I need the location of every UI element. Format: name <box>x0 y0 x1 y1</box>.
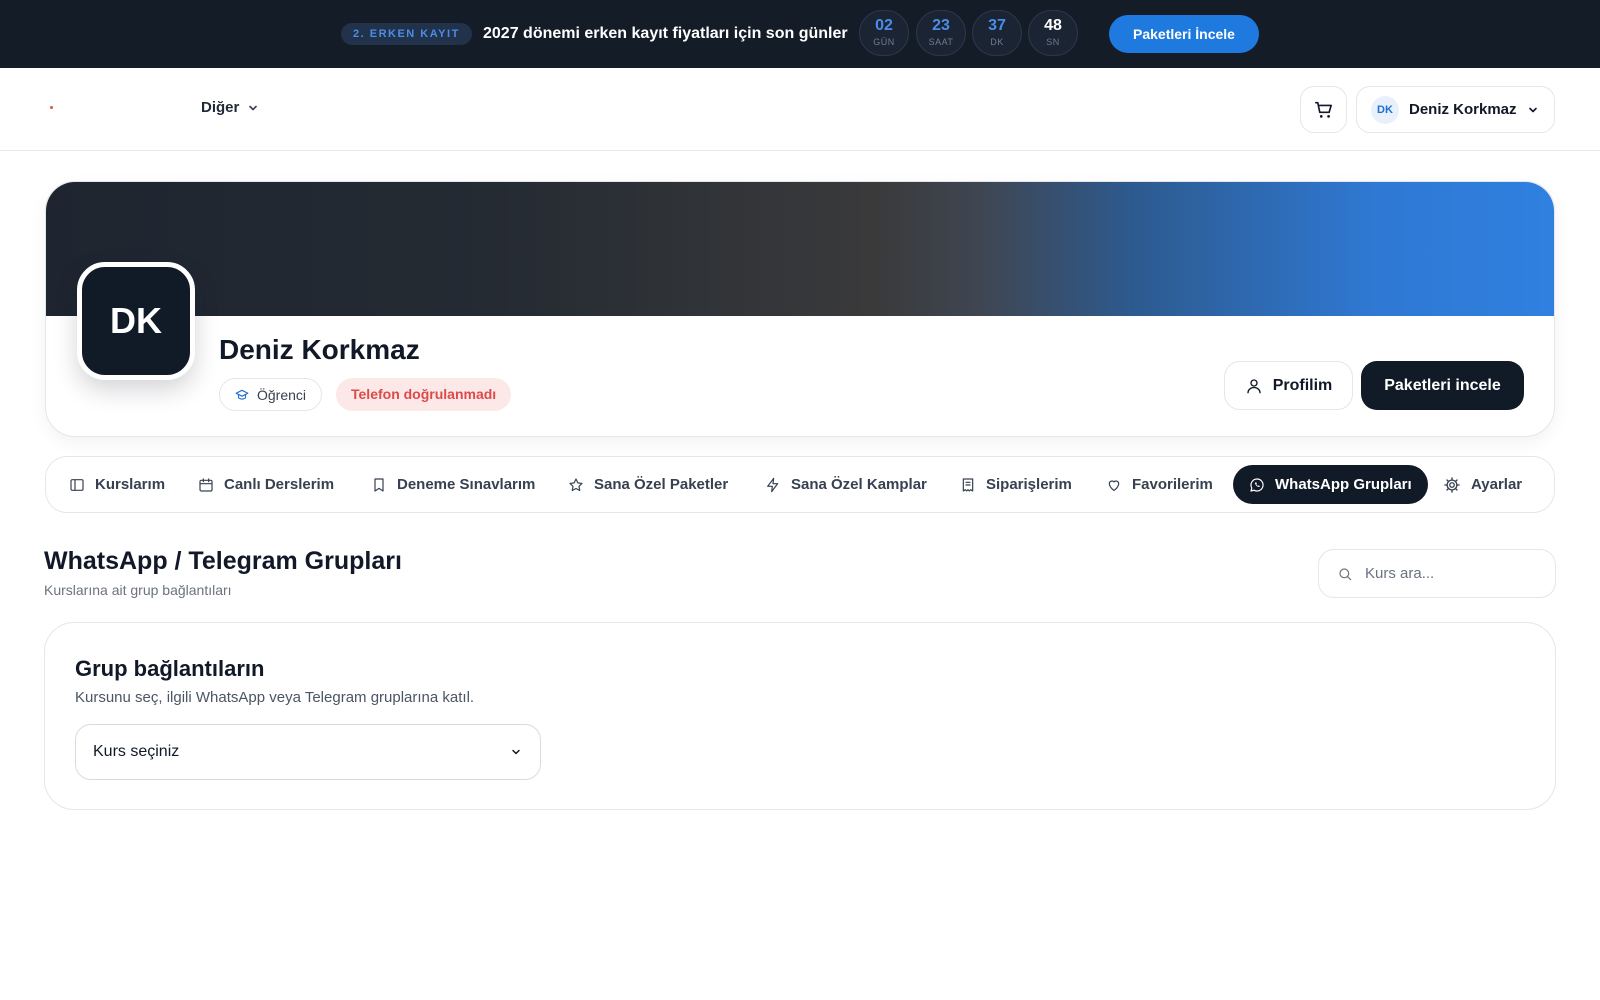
profile-name: Deniz Korkmaz <box>219 334 420 365</box>
tab-special-camps[interactable]: Sana Özel Kamplar <box>765 465 927 504</box>
countdown-hours-value: 23 <box>932 17 950 34</box>
cart-button[interactable] <box>1300 86 1347 133</box>
tab-label: Ayarlar <box>1471 476 1523 493</box>
tab-orders[interactable]: Siparişlerim <box>960 465 1072 504</box>
profile-tabs: Kurslarım Canlı Derslerim Deneme Sınavla… <box>45 456 1555 513</box>
countdown-days-label: GÜN <box>873 37 895 47</box>
countdown-days-value: 02 <box>875 17 893 34</box>
tab-courses[interactable]: Kurslarım <box>69 465 165 504</box>
tab-label: Sana Özel Paketler <box>594 476 729 493</box>
tab-whatsapp-groups[interactable]: WhatsApp Grupları <box>1233 465 1428 504</box>
tab-live-classes[interactable]: Canlı Derslerim <box>198 465 334 504</box>
profile-avatar: DK <box>77 262 195 380</box>
my-profile-button[interactable]: Profilim <box>1224 361 1353 410</box>
star-icon <box>568 477 584 493</box>
promo-packages-button[interactable]: Paketleri İncele <box>1109 15 1259 53</box>
tab-practice-exams[interactable]: Deneme Sınavlarım <box>371 465 535 504</box>
course-select[interactable]: Kurs seçiniz <box>75 724 541 780</box>
receipt-icon <box>960 477 976 493</box>
countdown-hours-label: SAAT <box>928 37 954 47</box>
promo-bar: 2. ERKEN KAYIT 2027 dönemi erken kayıt f… <box>0 0 1600 68</box>
search-input[interactable] <box>1365 565 1535 582</box>
tab-favorites[interactable]: Favorilerim <box>1106 465 1213 504</box>
profile-cover <box>46 182 1554 316</box>
countdown-days: 02 GÜN <box>859 10 909 56</box>
graduation-cap-icon <box>235 388 249 402</box>
countdown-seconds: 48 SN <box>1028 10 1078 56</box>
book-icon <box>69 477 85 493</box>
countdown-hours: 23 SAAT <box>916 10 966 56</box>
role-badge-label: Öğrenci <box>257 386 307 403</box>
phone-status-badge: Telefon doğrulanmadı <box>336 378 512 411</box>
bolt-icon <box>765 477 781 493</box>
heart-icon <box>1106 477 1122 493</box>
tab-special-packages[interactable]: Sana Özel Paketler <box>568 465 728 504</box>
promo-text: 2027 dönemi erken kayıt fiyatları için s… <box>483 25 848 42</box>
tab-label: Siparişlerim <box>986 476 1072 493</box>
whatsapp-icon <box>1249 477 1265 493</box>
countdown-seconds-label: SN <box>1046 37 1060 47</box>
page-title: WhatsApp / Telegram Grupları <box>44 547 402 575</box>
user-name: Deniz Korkmaz <box>1409 101 1517 118</box>
tab-label: Sana Özel Kamplar <box>791 476 927 493</box>
navbar: Diğer DK Deniz Korkmaz <box>0 68 1600 151</box>
gear-icon <box>1443 476 1461 494</box>
countdown-minutes: 37 DK <box>972 10 1022 56</box>
logo[interactable] <box>50 106 53 109</box>
calendar-icon <box>198 477 214 493</box>
tab-label: Canlı Derslerim <box>224 476 335 493</box>
course-select-value: Kurs seçiniz <box>93 743 180 760</box>
course-search[interactable] <box>1318 549 1556 598</box>
nav-menu-other-label: Diğer <box>201 99 240 116</box>
my-profile-label: Profilim <box>1272 376 1333 394</box>
nav-menu-other[interactable]: Diğer <box>201 99 259 116</box>
search-icon <box>1337 566 1353 582</box>
countdown-seconds-value: 48 <box>1044 17 1062 34</box>
chevron-down-icon <box>510 746 522 758</box>
tab-label: Favorilerim <box>1132 476 1213 493</box>
chevron-down-icon <box>1527 104 1539 116</box>
bookmark-icon <box>371 477 387 493</box>
chevron-down-icon <box>247 102 259 114</box>
group-links-subtitle: Kursunu seç, ilgili WhatsApp veya Telegr… <box>75 689 475 706</box>
countdown-minutes-value: 37 <box>988 17 1006 34</box>
tab-label: Kurslarım <box>95 476 166 493</box>
page-subtitle: Kurslarına ait grup bağlantıları <box>44 582 232 598</box>
promo-badge: 2. ERKEN KAYIT <box>341 23 472 45</box>
cart-icon <box>1313 99 1335 121</box>
tab-settings[interactable]: Ayarlar <box>1443 465 1522 504</box>
group-links-title: Grup bağlantıların <box>75 656 265 681</box>
role-badge: Öğrenci <box>219 378 323 411</box>
tab-label: WhatsApp Grupları <box>1275 476 1412 493</box>
avatar: DK <box>1371 95 1399 124</box>
user-menu-button[interactable]: DK Deniz Korkmaz <box>1356 86 1555 133</box>
countdown-minutes-label: DK <box>990 37 1004 47</box>
tab-label: Deneme Sınavlarım <box>397 476 536 493</box>
user-icon <box>1245 377 1263 395</box>
group-links-card: Grup bağlantıların Kursunu seç, ilgili W… <box>44 622 1556 810</box>
packages-button[interactable]: Paketleri incele <box>1361 361 1524 410</box>
